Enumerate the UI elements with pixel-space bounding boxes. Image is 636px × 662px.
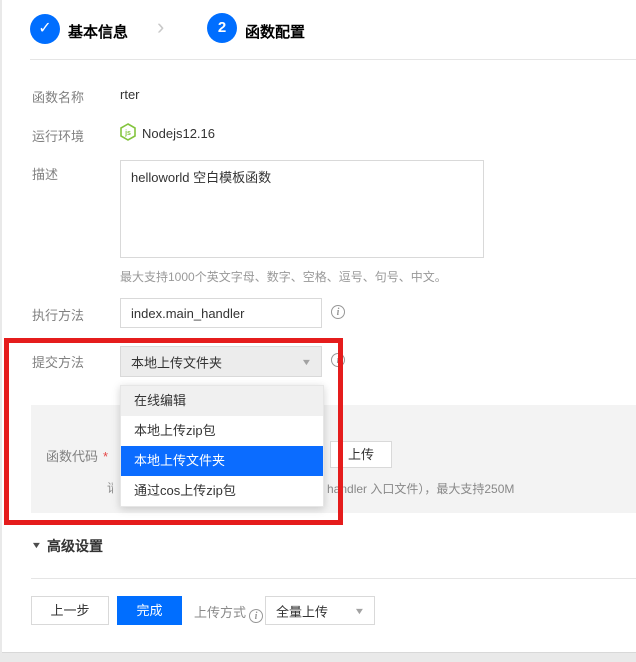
collapse-triangle-icon: ▼ [31, 540, 43, 550]
header-divider [30, 59, 636, 60]
submit-method-label: 提交方法 [32, 352, 84, 371]
function-name-label: 函数名称 [32, 87, 84, 106]
check-icon: ✓ [38, 20, 51, 37]
chevron-down-icon: ▼ [301, 357, 313, 367]
nodejs-icon: js [119, 123, 137, 141]
finish-button[interactable]: 完成 [117, 596, 182, 625]
step1-check-circle: ✓ [30, 14, 60, 44]
code-note-clipped-fragment: 请 [107, 479, 113, 495]
chevron-right-icon: › [157, 14, 164, 40]
chevron-down-icon: ▼ [354, 606, 366, 616]
description-textarea[interactable]: helloworld 空白模板函数 [120, 160, 484, 258]
submit-method-value: 本地上传文件夹 [131, 352, 222, 371]
advanced-divider [31, 578, 636, 579]
required-asterisk: * [103, 449, 108, 464]
submit-method-select[interactable]: 本地上传文件夹 ▼ [120, 346, 322, 377]
dropdown-option-online-edit[interactable]: 在线编辑 [121, 386, 323, 416]
submit-method-dropdown-menu: 在线编辑 本地上传zip包 本地上传文件夹 通过cos上传zip包 [120, 385, 324, 507]
function-code-label: 函数代码* [46, 446, 108, 465]
step2-number: 2 [218, 19, 226, 36]
page-card: ✓ 基本信息 › 2 函数配置 函数名称 rter 运行环境 js Nodejs… [2, 0, 636, 653]
dropdown-option-cos-zip[interactable]: 通过cos上传zip包 [121, 476, 323, 506]
runtime-value: Nodejs12.16 [142, 126, 215, 141]
upload-mode-value: 全量上传 [276, 601, 328, 620]
step2-number-circle: 2 [207, 13, 237, 43]
upload-button[interactable]: 上传 [330, 441, 392, 468]
step1-label: 基本信息 [68, 21, 128, 42]
code-note-text: handler 入口文件），最大支持250M [327, 480, 514, 497]
submit-method-info-icon[interactable]: i [331, 353, 345, 367]
description-label: 描述 [32, 164, 58, 183]
prev-step-button[interactable]: 上一步 [31, 596, 109, 625]
advanced-settings-toggle[interactable]: 高级设置 [47, 536, 103, 556]
handler-info-icon[interactable]: i [331, 305, 345, 319]
handler-label: 执行方法 [32, 305, 84, 324]
upload-mode-label: 上传方式i [194, 602, 263, 623]
upload-mode-select[interactable]: 全量上传 ▼ [265, 596, 375, 625]
upload-mode-info-icon[interactable]: i [249, 609, 263, 623]
step2-label: 函数配置 [245, 21, 305, 42]
description-helper: 最大支持1000个英文字母、数字、空格、逗号、句号、中文。 [120, 268, 447, 285]
runtime-label: 运行环境 [32, 126, 84, 145]
function-name-value: rter [120, 87, 140, 102]
handler-input[interactable] [120, 298, 322, 328]
svg-text:js: js [124, 130, 131, 137]
dropdown-option-local-zip[interactable]: 本地上传zip包 [121, 416, 323, 446]
dropdown-option-local-folder[interactable]: 本地上传文件夹 [121, 446, 323, 476]
